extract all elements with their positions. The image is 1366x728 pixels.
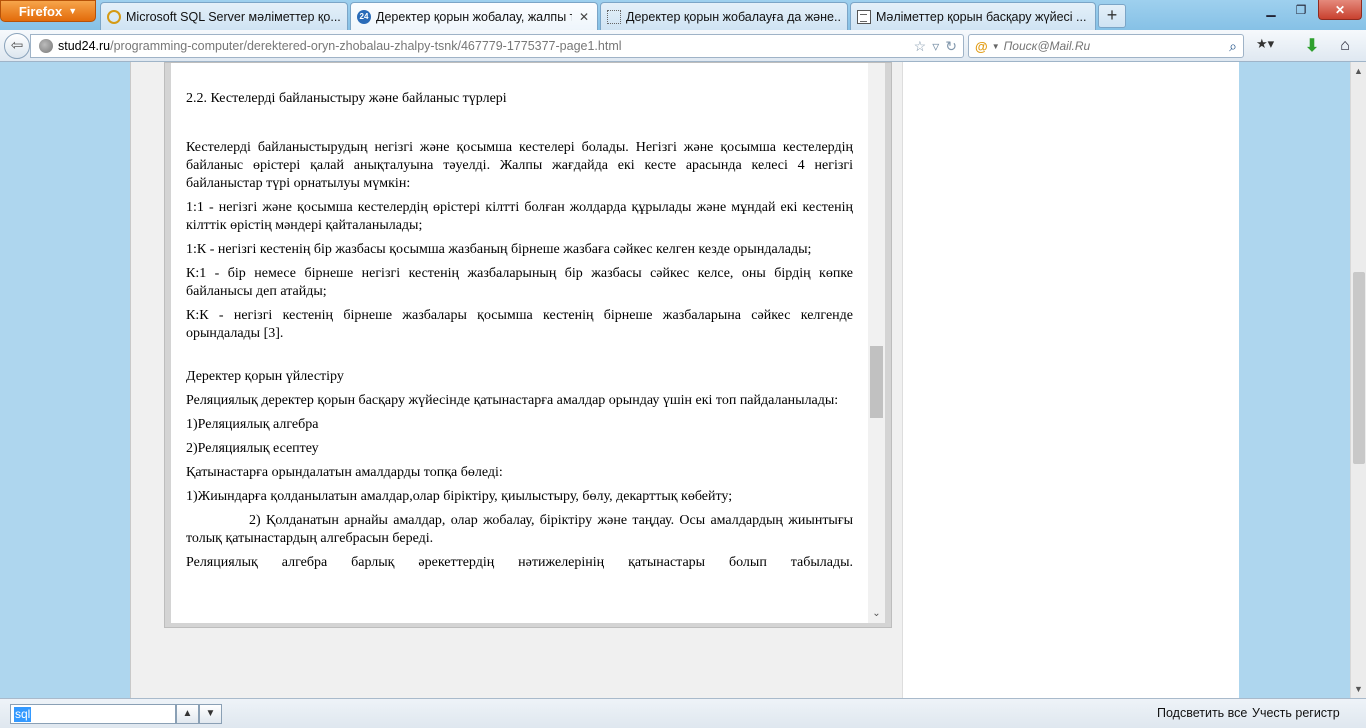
page-scrollbar[interactable]: ▲ ▼ xyxy=(1350,62,1366,698)
search-engine-icon[interactable]: @ xyxy=(975,39,988,54)
tab-title: Мәліметтер қорын басқару жүйесі ... xyxy=(876,9,1087,24)
document-frame: 2.2. Кестелерді байланыстыру және байлан… xyxy=(164,62,892,628)
match-case-button[interactable]: Учесть регистр xyxy=(1252,706,1340,720)
url-bar[interactable]: stud24.ru/programming-computer/derektere… xyxy=(30,34,964,58)
document-paragraph: 1)Жиындарға қолданылатын амалдар,олар бі… xyxy=(186,489,733,504)
search-bar[interactable]: @ ▼ ⌕ xyxy=(968,34,1244,58)
chevron-down-icon: ▼ xyxy=(68,6,78,16)
document-paragraph: 2) Қолданатын арнайы амалдар, олар жобал… xyxy=(186,513,853,546)
window-close-icon[interactable]: ✕ xyxy=(1318,0,1362,20)
find-bar: sql ▲ ▼ Подсветить все Учесть регистр xyxy=(0,698,1366,728)
tab-title: Деректер қорын жобалау, жалпы т... xyxy=(376,10,572,24)
find-input[interactable] xyxy=(10,704,176,724)
document-scrollbar[interactable]: ⌄ xyxy=(868,63,885,623)
document-paragraph: 1)Реляциялық алгебра xyxy=(186,417,319,432)
maximize-icon[interactable]: ❐ xyxy=(1288,0,1314,20)
minimize-icon[interactable]: ▁ xyxy=(1258,0,1284,20)
tab-title: Деректер қорын жобалауға да және... xyxy=(626,9,841,24)
tab-4[interactable]: Мәліметтер қорын басқару жүйесі ... xyxy=(850,2,1096,30)
url-path: /programming-computer/derektered-oryn-zh… xyxy=(110,39,622,53)
search-favicon-icon xyxy=(107,9,121,24)
scroll-down-icon[interactable]: ⌄ xyxy=(868,607,885,621)
magnifier-icon[interactable]: ⌕ xyxy=(1223,38,1243,55)
history-dropdown-icon[interactable]: ▿ xyxy=(932,38,939,55)
site-favicon-icon: 24 xyxy=(357,10,371,24)
document-heading: 2.2. Кестелерді байланыстыру және байлан… xyxy=(186,91,507,106)
reload-icon[interactable]: ↻ xyxy=(945,38,957,55)
document-paragraph: Реляциялық деректер қорын басқару жүйесі… xyxy=(186,393,839,408)
highlight-all-button[interactable]: Подсветить все xyxy=(1157,706,1247,720)
document-paragraph: К:1 - бір немесе бірнеше негізгі кестені… xyxy=(186,266,853,299)
document-paragraph: 1:К - негізгі кестенің бір жазбасы қосым… xyxy=(186,242,812,257)
tab-3[interactable]: Деректер қорын жобалауға да және... xyxy=(600,2,848,30)
back-arrow-icon[interactable]: ⇦ xyxy=(4,33,30,59)
navigation-bar: ⇦ stud24.ru/programming-computer/derekte… xyxy=(0,30,1366,62)
document-paragraph: 2)Реляциялық есептеу xyxy=(186,441,319,456)
firefox-menu-button[interactable]: Firefox ▼ xyxy=(0,0,96,22)
globe-icon[interactable] xyxy=(39,39,53,53)
document-paragraph: 1:1 - негізгі және қосымша кестелердің ө… xyxy=(186,200,853,233)
section-title: Деректер қорын үйлестіру xyxy=(186,369,344,384)
document-paragraph: Реляциялық алгебра барлық әрекеттердің н… xyxy=(186,555,853,570)
tab-2-active[interactable]: 24 Деректер қорын жобалау, жалпы т... ✕ xyxy=(350,2,598,31)
scroll-up-icon[interactable]: ▲ xyxy=(1351,64,1366,78)
url-bar-icons: ☆ ▿ ↻ xyxy=(914,35,957,57)
find-next-button[interactable]: ▼ xyxy=(199,704,222,724)
chevron-down-icon[interactable]: ▼ xyxy=(992,42,1000,51)
document-paragraph: Қатынастарға орындалатын амалдарды топқа… xyxy=(186,465,503,480)
scroll-down-icon[interactable]: ▼ xyxy=(1351,682,1366,696)
scrollbar-thumb[interactable] xyxy=(870,346,883,418)
close-icon[interactable]: ✕ xyxy=(577,10,591,24)
tab-1[interactable]: Microsoft SQL Server мәліметтер қо... xyxy=(100,2,348,30)
document-text: 2.2. Кестелерді байланыстыру және байлан… xyxy=(186,90,853,572)
new-tab-button[interactable]: + xyxy=(1098,4,1126,28)
document-paragraph: К:К - негізгі кестенің бірнеше жазбалары… xyxy=(186,308,853,341)
url-host: stud24.ru xyxy=(58,39,111,53)
document-viewer[interactable]: 2.2. Кестелерді байланыстыру және байлан… xyxy=(171,63,874,623)
document-icon xyxy=(857,9,871,24)
bookmarks-menu-icon[interactable]: ★▾ xyxy=(1256,36,1288,56)
page-viewport: 2.2. Кестелерді байланыстыру және байлан… xyxy=(0,62,1350,698)
scrollbar-thumb[interactable] xyxy=(1353,272,1365,464)
title-bar: Firefox ▼ Microsoft SQL Server мәліметте… xyxy=(0,0,1366,31)
firefox-menu-label: Firefox xyxy=(18,3,63,19)
download-arrow-icon[interactable]: ⬇ xyxy=(1302,36,1322,56)
page-right-column xyxy=(902,62,1239,698)
search-input[interactable] xyxy=(1003,39,1219,53)
document-paragraph: Кестелерді байланыстырудың негізгі және … xyxy=(186,140,853,191)
find-previous-button[interactable]: ▲ xyxy=(176,704,199,724)
tab-title: Microsoft SQL Server мәліметтер қо... xyxy=(126,9,341,24)
home-menu-icon[interactable]: ⌂ xyxy=(1332,36,1358,56)
bookmark-star-icon[interactable]: ☆ xyxy=(914,38,927,55)
blank-page-icon xyxy=(607,9,621,24)
